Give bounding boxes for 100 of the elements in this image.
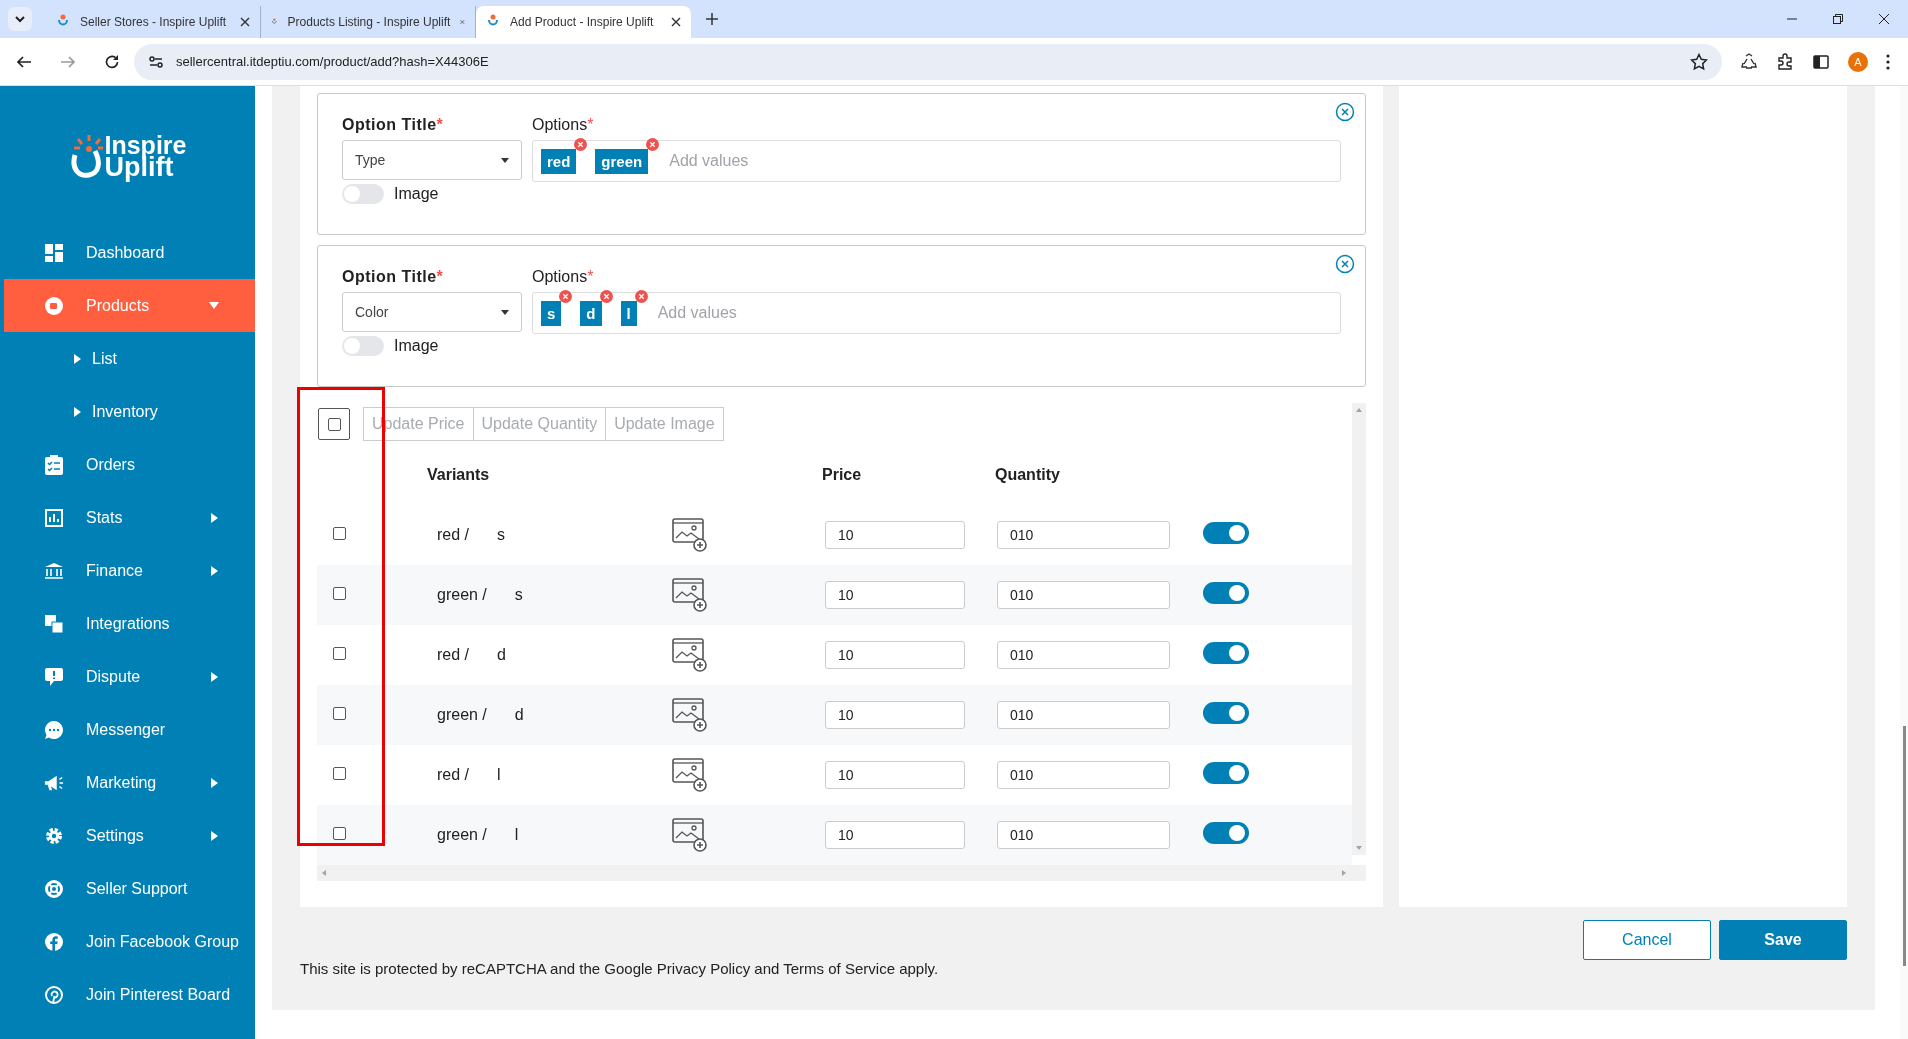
sidebar-item[interactable]: Join Facebook Group [4, 915, 255, 968]
sidebar-item[interactable]: Messenger [4, 703, 255, 756]
price-input[interactable]: 10 [825, 821, 965, 849]
menu-icon[interactable] [1886, 53, 1890, 70]
menu-label: Orders [86, 455, 136, 474]
tab-title: Seller Stores - Inspire Uplift [80, 15, 228, 29]
price-input[interactable]: 10 [825, 701, 965, 729]
value-tag[interactable]: s [541, 300, 562, 326]
add-image-icon[interactable] [672, 638, 708, 672]
profile-avatar[interactable]: A [1848, 51, 1868, 72]
submenu-item[interactable]: Inventory [0, 385, 255, 438]
menu-label: List [92, 349, 118, 368]
menu-label: Join Pinterest Board [86, 985, 231, 1004]
add-image-icon[interactable] [672, 578, 708, 612]
submenu-item[interactable]: List [0, 332, 255, 385]
value-tag[interactable]: green [595, 148, 649, 174]
forward-icon[interactable] [60, 53, 76, 70]
browser-tab[interactable]: Add Product - Inspire Uplift [476, 6, 691, 38]
toggle-switch[interactable] [1203, 822, 1249, 844]
reload-icon[interactable] [104, 53, 120, 70]
extensions-icon[interactable] [1776, 52, 1794, 71]
option-title-select[interactable]: Color [342, 292, 522, 332]
price-input[interactable]: 10 [825, 581, 965, 609]
variant-option: l [514, 826, 519, 844]
tag-input-field[interactable]: s d l Add values [532, 292, 1341, 334]
value-tag[interactable]: d [580, 300, 602, 326]
cancel-button[interactable]: Cancel [1583, 920, 1711, 960]
quantity-input[interactable]: 010 [997, 821, 1170, 849]
menu-label: Products [86, 296, 151, 315]
remove-icon[interactable] [599, 289, 613, 303]
price-input[interactable]: 10 [825, 521, 965, 549]
column-header: Price [822, 466, 863, 484]
price-input[interactable]: 10 [825, 641, 965, 669]
toggle-switch[interactable] [1203, 582, 1249, 604]
close-icon[interactable] [1878, 13, 1890, 25]
toggle-switch[interactable] [1203, 702, 1249, 724]
sidebar-item[interactable]: Integrations [4, 597, 255, 650]
sidebar-item[interactable]: Dashboard [4, 226, 255, 279]
toggle-switch[interactable] [342, 336, 384, 356]
address-bar[interactable]: sellercentral.itdeptiu.com/product/add?hash=X44306E [134, 43, 1722, 80]
option-title-select[interactable]: Type [342, 140, 522, 180]
close-icon[interactable] [240, 17, 250, 27]
row-checkbox[interactable] [333, 527, 346, 540]
add-image-icon[interactable] [672, 518, 708, 552]
toggle-switch[interactable] [342, 184, 384, 204]
new-tab-icon[interactable] [705, 12, 719, 26]
tag-input-field[interactable]: red green Add values [532, 140, 1341, 182]
toggle-switch[interactable] [1203, 522, 1249, 544]
side-panel-icon[interactable] [1812, 52, 1830, 71]
row-checkbox[interactable] [333, 767, 346, 780]
row-checkbox[interactable] [333, 827, 346, 840]
add-image-icon[interactable] [672, 758, 708, 792]
value-tag[interactable]: red [541, 148, 577, 174]
quantity-input[interactable]: 010 [997, 641, 1170, 669]
menu-label: Dispute [86, 667, 142, 686]
recycle-icon[interactable] [1740, 52, 1758, 71]
tab-title: Products Listing - Inspire Uplift [287, 15, 451, 29]
tab-list-icon[interactable] [8, 7, 32, 31]
scrollbar[interactable] [1352, 403, 1366, 855]
browser-tab[interactable]: Seller Stores - Inspire Uplift [46, 6, 261, 38]
select-all-button[interactable] [318, 408, 350, 440]
back-icon[interactable] [16, 53, 32, 70]
quantity-input[interactable]: 010 [997, 701, 1170, 729]
row-checkbox[interactable] [333, 647, 346, 660]
field-label: Option Title* [342, 116, 445, 135]
sidebar-item[interactable]: Join Pinterest Board [4, 968, 255, 1021]
remove-icon[interactable] [559, 289, 573, 303]
remove-icon[interactable] [574, 137, 588, 151]
lifebuoy-icon [44, 879, 64, 898]
bookmark-star-icon[interactable] [1690, 52, 1708, 71]
quantity-input[interactable]: 010 [997, 581, 1170, 609]
menu-label: Join Facebook Group [86, 932, 239, 951]
sidebar-item[interactable]: Products [4, 279, 255, 332]
sidebar-item[interactable]: Finance [4, 544, 255, 597]
save-button[interactable]: Save [1719, 920, 1847, 960]
remove-icon[interactable] [634, 289, 648, 303]
add-image-icon[interactable] [672, 698, 708, 732]
quantity-input[interactable]: 010 [997, 761, 1170, 789]
site-info-icon[interactable] [148, 53, 164, 70]
sidebar-item[interactable]: Marketing [4, 756, 255, 809]
scrollbar[interactable] [1900, 86, 1908, 1039]
sidebar-item[interactable]: Orders [4, 438, 255, 491]
price-input[interactable]: 10 [825, 761, 965, 789]
sidebar-item[interactable]: Stats [4, 491, 255, 544]
sidebar-item[interactable]: Seller Support [4, 862, 255, 915]
select-all-checkbox[interactable] [327, 417, 341, 431]
add-image-icon[interactable] [672, 818, 708, 852]
row-checkbox[interactable] [333, 587, 346, 600]
restore-icon[interactable] [1832, 13, 1844, 25]
sidebar-item[interactable]: Dispute [4, 650, 255, 703]
scrollbar[interactable] [317, 865, 1366, 881]
sidebar-item[interactable]: Settings [4, 809, 255, 862]
toggle-switch[interactable] [1203, 642, 1249, 664]
menu-label: Finance [86, 561, 144, 580]
toggle-switch[interactable] [1203, 762, 1249, 784]
remove-icon[interactable] [646, 137, 660, 151]
close-icon[interactable] [671, 17, 681, 27]
row-checkbox[interactable] [333, 707, 346, 720]
value-tag[interactable]: l [620, 300, 637, 326]
quantity-input[interactable]: 010 [997, 521, 1170, 549]
